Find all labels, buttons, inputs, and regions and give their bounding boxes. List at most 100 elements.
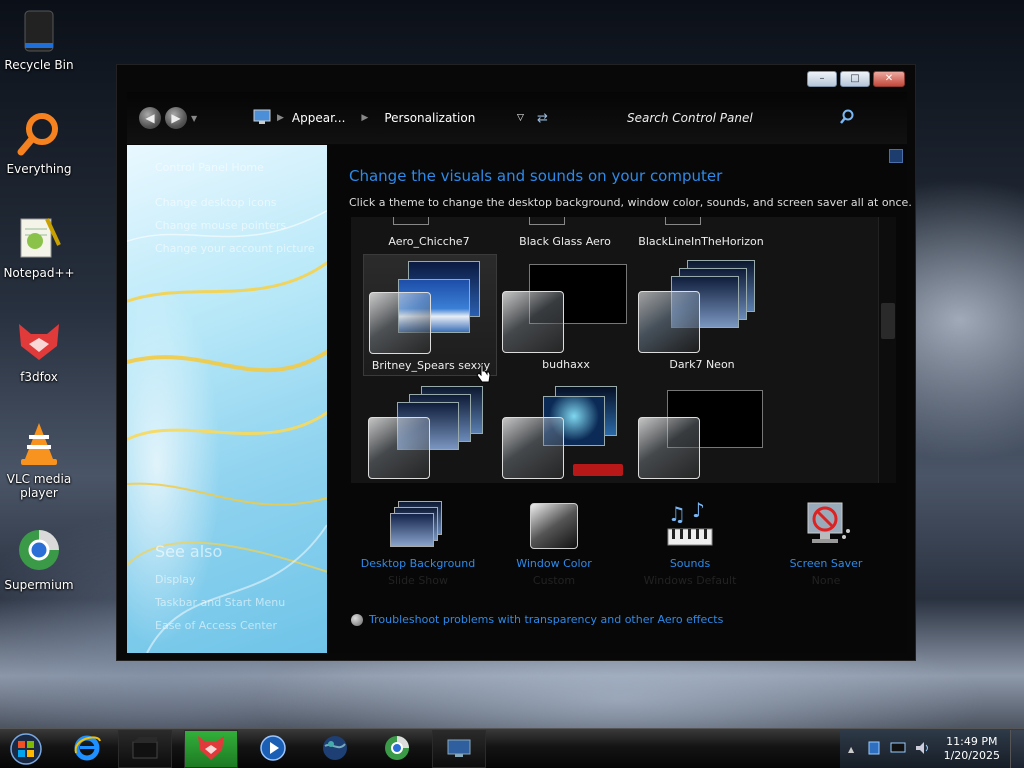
theme-black-glass-aero[interactable]: Black Glass Aero [495,235,635,248]
taskbar-recycle-app[interactable] [118,730,172,768]
window-color-icon [524,501,584,551]
lp-link-ease-of-access[interactable]: Ease of Access Center [155,619,277,632]
desktop-background-label[interactable]: Desktop Background [353,557,483,570]
clock-time: 11:49 PM [946,735,998,748]
desktop-icon-vlc[interactable]: VLC media player [4,420,74,500]
svg-text:♫: ♫ [668,502,686,526]
screen-saver-value: None [811,574,841,587]
arrow-left-icon: ◀ [145,111,155,125]
theme-color-preview [638,417,700,479]
taskbar-ie[interactable] [60,730,114,768]
theme-preview-stub [665,217,701,225]
desktop-background-icon [388,501,448,551]
fox-icon [196,734,226,765]
lp-link-display[interactable]: Display [155,573,196,586]
display-icon[interactable] [890,740,906,759]
screen-saver-setting[interactable]: Screen Saver None [761,501,891,587]
desktop-icon-supermium[interactable]: Supermium [4,526,74,592]
breadcrumb-separator-icon[interactable]: ▶ [361,113,368,123]
help-icon[interactable] [889,149,903,163]
lp-link-taskbar-start-menu[interactable]: Taskbar and Start Menu [155,596,285,609]
taskbar-control-panel[interactable] [432,730,486,768]
show-desktop-button[interactable] [1010,730,1024,768]
arrow-right-icon: ▶ [171,111,181,125]
network-icon[interactable] [866,740,882,759]
back-button[interactable]: ◀ [139,107,161,129]
desktop-icon-everything[interactable]: Everything [4,110,74,176]
internet-explorer-icon [72,733,102,766]
theme-color-preview [368,417,430,479]
theme-dark7-neon[interactable]: Dark7 Neon [635,254,769,376]
desktop-icon-label: VLC media player [6,472,72,500]
mouse-cursor-hand-icon [476,364,492,387]
content-area: Control Panel Home Change desktop icons … [127,145,912,653]
black-box-icon [131,736,159,763]
sounds-icon: ♫ ♪ [660,498,720,551]
personalization-window: – □ ✕ ◀ ▶ ▼ ▶ Appear... ▶ Personalizatio… [116,64,916,661]
forward-button[interactable]: ▶ [165,107,187,129]
theme-tile-partial[interactable] [499,380,633,483]
troubleshoot-link[interactable]: Troubleshoot problems with transparency … [351,613,723,626]
desktop-background-setting[interactable]: Desktop Background Slide Show [353,501,483,587]
breadcrumb-separator-icon[interactable]: ▶ [277,113,284,123]
window-color-label[interactable]: Window Color [489,557,619,570]
desktop-icon-label: Recycle Bin [4,58,74,72]
scrollbar-thumb[interactable] [881,303,895,339]
theme-gallery: Aero_Chicche7 Black Glass Aero BlackLine… [351,217,896,483]
lp-link-change-mouse-pointers[interactable]: Change mouse pointers [155,219,286,232]
theme-budhaxx[interactable]: budhaxx [499,254,633,376]
red-badge [573,464,623,476]
sounds-value: Windows Default [643,574,737,587]
recycle-bin-icon [15,6,63,54]
minimize-button[interactable]: – [807,71,837,87]
lp-link-control-panel-home[interactable]: Control Panel Home [155,161,264,174]
desktop-icon-notepadpp[interactable]: Notepad++ [3,214,75,280]
breadcrumb-personalization[interactable]: Personalization [384,111,475,125]
maximize-button[interactable]: □ [840,71,870,87]
search-icon[interactable] [839,109,855,128]
taskbar-globe-app[interactable] [308,730,362,768]
caption-buttons: – □ ✕ [807,71,905,87]
refresh-icon[interactable]: ⇄ [537,111,548,126]
lp-link-change-account-picture[interactable]: Change your account picture [155,242,315,255]
window-color-setting[interactable]: Window Color Custom [489,501,619,587]
theme-britney-spears[interactable]: Britney_Spears sexxy [363,254,497,376]
address-toolbar: ◀ ▶ ▼ ▶ Appear... ▶ Personalization ▽ ⇄ … [127,92,907,144]
screen-saver-label[interactable]: Screen Saver [761,557,891,570]
breadcrumb-appearance[interactable]: Appear... [292,111,345,125]
window-color-value: Custom [532,574,576,587]
taskbar-clock[interactable]: 11:49 PM 1/20/2025 [944,735,1000,763]
start-button[interactable] [6,732,46,766]
theme-gallery-scrollbar[interactable] [878,217,896,483]
address-dropdown-icon[interactable]: ▽ [517,113,524,123]
taskbar-media-player[interactable] [246,730,300,768]
taskbar: ▲ 11:49 PM 1/20/2025 [0,728,1024,768]
volume-icon[interactable] [914,740,930,759]
nav-history-dropdown-icon[interactable]: ▼ [191,114,197,123]
taskbar-supermium[interactable] [370,730,424,768]
taskbar-f3dfox[interactable] [184,730,238,768]
theme-aero-chicche7[interactable]: Aero_Chicche7 [359,235,499,248]
search-input[interactable]: Search Control Panel [627,111,753,125]
svg-text:♪: ♪ [692,501,705,522]
globe-icon [321,734,349,765]
tray-expand-icon[interactable]: ▲ [848,745,854,754]
theme-tile-partial[interactable] [635,380,769,483]
supermium-icon [383,734,411,765]
sounds-setting[interactable]: ♫ ♪ Sounds Windows Default [625,498,755,587]
desktop-icon-label: Everything [6,162,72,176]
theme-blacklineinthehorizon[interactable]: BlackLineInTheHorizon [631,235,771,248]
theme-color-preview [502,417,564,479]
theme-tile-partial[interactable] [363,380,497,483]
desktop-icon-f3dfox[interactable]: f3dfox [4,318,74,384]
notepadpp-icon [15,214,63,262]
sounds-label[interactable]: Sounds [625,557,755,570]
page-subtitle: Click a theme to change the desktop back… [349,196,912,209]
theme-name-label: Dark7 Neon [669,358,735,371]
lp-link-change-desktop-icons[interactable]: Change desktop icons [155,196,277,209]
close-button[interactable]: ✕ [873,71,905,87]
troubleshoot-icon [351,613,363,626]
troubleshoot-label[interactable]: Troubleshoot problems with transparency … [369,613,723,626]
vlc-cone-icon [15,420,63,468]
desktop-icon-recycle-bin[interactable]: Recycle Bin [4,6,74,72]
